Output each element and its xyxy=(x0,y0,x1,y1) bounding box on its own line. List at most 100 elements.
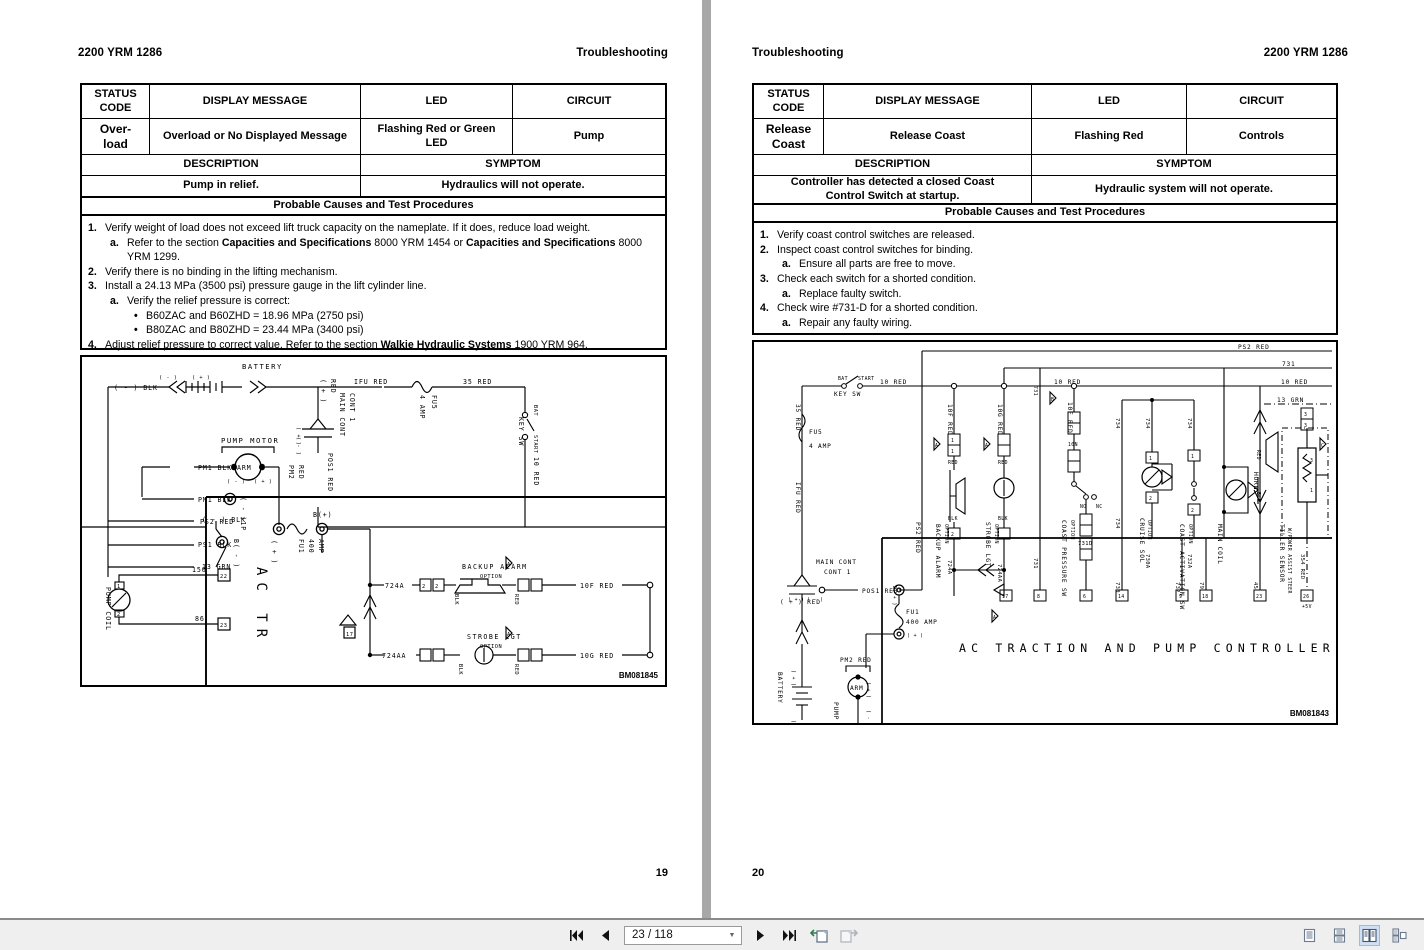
left-header-title: 2200 YRM 1286 xyxy=(78,47,163,59)
table-header-row: STATUS CODE DISPLAY MESSAGE LED CIRCUIT xyxy=(754,85,1336,119)
next-page-icon[interactable] xyxy=(751,925,771,945)
svg-text:724A: 724A xyxy=(385,582,404,590)
svg-text:23: 23 xyxy=(1256,594,1263,600)
label-ac-traction-pump-controller: AC TRACTION AND PUMP CONTROLLER xyxy=(959,641,1335,655)
procedures-header-left: Probable Causes and Test Procedures xyxy=(80,197,667,216)
first-page-icon[interactable] xyxy=(566,925,586,945)
svg-text:B( - ): B( - ) xyxy=(232,539,240,568)
wiring-diagram-right[interactable]: .w2{stroke:#000;stroke-width:1.1;fill:no… xyxy=(752,340,1338,725)
svg-text:AMP: AMP xyxy=(317,539,325,554)
procedure-marker: 1. xyxy=(88,222,97,234)
col-symptom: SYMPTOM xyxy=(1156,158,1212,171)
procedure-marker: • xyxy=(134,324,138,337)
procedure-marker: 2. xyxy=(88,265,97,278)
svg-text:1: 1 xyxy=(117,584,121,590)
page-number-input[interactable]: 23 / 118 ▼ xyxy=(624,925,742,945)
svg-text:( - ) BLK: ( - ) BLK xyxy=(114,384,158,392)
page-left[interactable]: 2200 YRM 1286 Troubleshooting STATUS COD… xyxy=(0,0,702,918)
procedure-text: B60ZAC and B60ZHD = 18.96 MPa (2750 psi) xyxy=(146,309,364,322)
page-number-right: 20 xyxy=(752,867,765,879)
value-symptom: Hydraulics will not operate. xyxy=(441,179,585,192)
svg-text:10E RED: 10E RED xyxy=(1066,402,1073,434)
svg-text:BLK: BLK xyxy=(948,516,958,522)
svg-text:35 RED: 35 RED xyxy=(463,378,492,386)
svg-text:731: 731 xyxy=(1032,558,1038,569)
wiring-diagram-left[interactable]: .w{stroke:#000;stroke-width:1.15;fill:no… xyxy=(80,355,667,687)
svg-text:IFU RED: IFU RED xyxy=(354,378,388,386)
svg-text:4 AMP: 4 AMP xyxy=(809,443,832,450)
page-indicator-value[interactable]: 23 / 118 xyxy=(632,929,726,941)
value-led: Flashing Red xyxy=(1032,119,1187,154)
svg-text:1: 1 xyxy=(1191,454,1194,460)
svg-text:734: 734 xyxy=(1114,418,1120,429)
svg-text:FU1: FU1 xyxy=(906,609,920,616)
chevron-down-icon[interactable]: ▼ xyxy=(726,932,738,939)
procedure-marker: 4. xyxy=(760,302,769,315)
import-page-icon[interactable] xyxy=(809,925,829,945)
procedures-list-right: 1. Verify coast control switches are rele… xyxy=(752,223,1338,335)
svg-text:PS2 RED: PS2 RED xyxy=(1238,344,1270,351)
col-symptom: SYMPTOM xyxy=(485,158,541,171)
svg-text:6: 6 xyxy=(1083,594,1086,600)
continuous-view-button[interactable] xyxy=(1329,925,1350,946)
left-header-section: Troubleshooting xyxy=(576,47,668,59)
svg-text:724AA: 724AA xyxy=(382,652,406,660)
wiring-diagram-right-svg: .w2{stroke:#000;stroke-width:1.1;fill:no… xyxy=(776,344,1335,723)
svg-text:PUMP MOTOR: PUMP MOTOR xyxy=(832,702,839,723)
svg-text:B(+): B(+) xyxy=(313,511,332,519)
status-table-right: STATUS CODE DISPLAY MESSAGE LED CIRCUIT … xyxy=(752,83,1338,205)
procedure-item: 4. Check wire #731-D for a shorted condit… xyxy=(760,301,1330,315)
svg-text:ARM: ARM xyxy=(237,464,252,472)
value-display-message: Release Coast xyxy=(824,119,1032,154)
desc-symptom-value-row: Controller has detected a closed Coast C… xyxy=(754,176,1336,203)
book-view-button[interactable] xyxy=(1389,925,1410,946)
svg-text:( + ) RED: ( + ) RED xyxy=(780,599,821,606)
value-status-code: Over- load xyxy=(82,119,150,154)
svg-text:BLK: BLK xyxy=(457,664,463,675)
procedure-text: Verify the relief pressure is correct: xyxy=(127,294,291,307)
status-table-left: STATUS CODE DISPLAY MESSAGE LED CIRCUIT … xyxy=(80,83,667,198)
svg-text:RED: RED xyxy=(948,460,958,466)
procedure-text: Verify coast control switches are releas… xyxy=(777,229,975,241)
svg-text:HORN: HORN xyxy=(1252,472,1259,490)
svg-text:731: 731 xyxy=(1032,386,1038,396)
svg-text:NC: NC xyxy=(1096,504,1103,510)
procedure-item: a. Repair any faulty wiring. xyxy=(760,316,1330,330)
previous-page-icon[interactable] xyxy=(595,925,615,945)
svg-text:10 RED: 10 RED xyxy=(532,457,540,486)
svg-text:A: A xyxy=(985,443,988,449)
value-circuit: Pump xyxy=(573,129,605,142)
procedure-text: Check each switch for a shorted conditio… xyxy=(777,273,977,286)
procedure-text: Refer to the section Capacities and Spec… xyxy=(127,236,643,263)
procedure-item: • B60ZAC and B60ZHD = 18.96 MPa (2750 psi… xyxy=(88,309,659,323)
col-display-message: DISPLAY MESSAGE xyxy=(824,85,1032,118)
viewer-toolbar[interactable]: 23 / 118 ▼ xyxy=(0,918,1424,950)
two-page-view-button[interactable] xyxy=(1359,924,1380,946)
svg-text:MAIN COIL: MAIN COIL xyxy=(1216,524,1223,565)
single-page-view-button[interactable] xyxy=(1299,925,1320,946)
value-symptom: Hydraulic system will not operate. xyxy=(1095,182,1273,195)
procedure-text: B80ZAC and B80ZHD = 23.44 MPa (3400 psi) xyxy=(146,324,364,337)
svg-text:400 AMP: 400 AMP xyxy=(906,619,938,626)
svg-text:A: A xyxy=(935,443,938,449)
col-led: LED xyxy=(1032,85,1187,118)
svg-text:( + ): ( + ) xyxy=(907,633,923,639)
svg-text:18: 18 xyxy=(1202,594,1209,600)
desc-symptom-header-row: DESCRIPTION SYMPTOM xyxy=(82,155,665,176)
svg-text:10 RED: 10 RED xyxy=(880,379,907,386)
wiring-diagram-left-svg: .w{stroke:#000;stroke-width:1.15;fill:no… xyxy=(82,362,665,685)
svg-text:( + ): ( + ) xyxy=(865,682,871,698)
export-page-icon[interactable] xyxy=(838,925,858,945)
svg-text:START: START xyxy=(532,435,538,454)
svg-text:354 RED: 354 RED xyxy=(1299,554,1305,580)
procedure-item: a. Ensure all parts are free to move. xyxy=(760,257,1330,271)
procedure-text: Inspect coast control switches for bindi… xyxy=(777,243,974,256)
procedure-marker: a. xyxy=(782,287,791,300)
document-viewer[interactable]: 2200 YRM 1286 Troubleshooting STATUS COD… xyxy=(0,0,1424,918)
value-display-message: Overload or No Displayed Message xyxy=(150,119,361,154)
value-led: Flashing Red or Green LED xyxy=(361,119,513,154)
last-page-icon[interactable] xyxy=(780,925,800,945)
svg-text:ARM: ARM xyxy=(850,685,864,692)
page-right[interactable]: Troubleshooting 2200 YRM 1286 STATUS COD… xyxy=(711,0,1424,918)
svg-text:PM2 RED: PM2 RED xyxy=(840,657,872,664)
